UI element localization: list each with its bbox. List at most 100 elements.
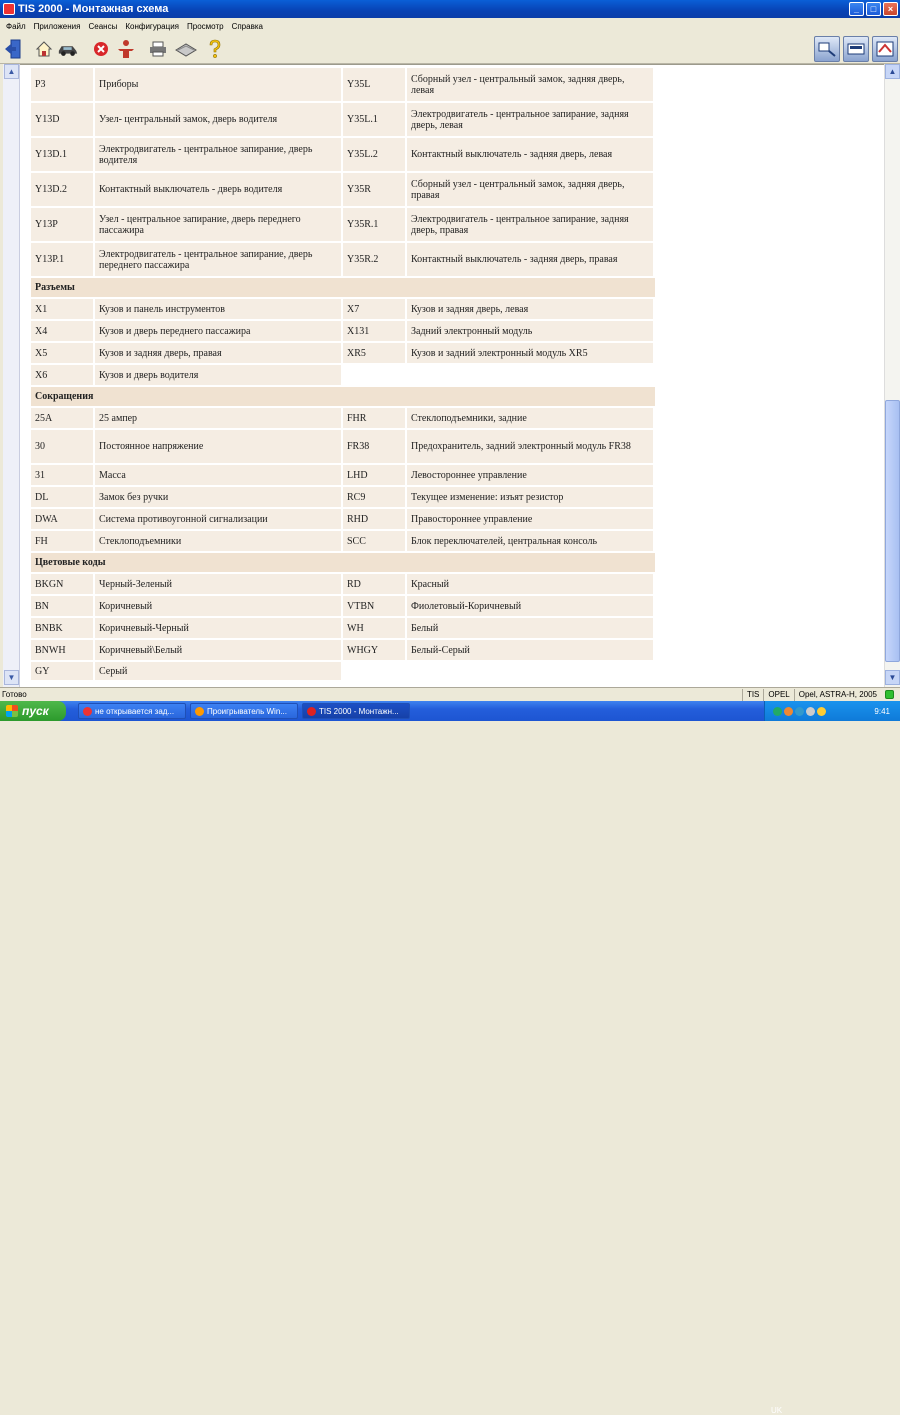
- update-icon[interactable]: [795, 706, 804, 716]
- status-text: Готово: [2, 690, 27, 699]
- status-bar: Готово TIS OPEL Opel, ASTRA-H, 2005: [0, 687, 900, 701]
- description-cell: Контактный выключатель - дверь водителя: [95, 173, 343, 208]
- code-cell: BN: [31, 596, 95, 618]
- print-icon[interactable]: [147, 38, 169, 60]
- code-cell: RC9: [343, 487, 407, 509]
- code-cell: Y13D.2: [31, 173, 95, 208]
- messenger-icon[interactable]: [817, 706, 826, 716]
- browser-icon: [83, 706, 92, 716]
- table-row: Y13P.1 Электродвигатель - центральное за…: [31, 243, 655, 278]
- code-cell: DL: [31, 487, 95, 509]
- code-cell: 25A: [31, 408, 95, 430]
- table-row: 25A 25 ампер FHR Стеклоподъемники, задни…: [31, 408, 655, 430]
- menu-view[interactable]: Просмотр: [183, 22, 228, 31]
- code-cell: DWA: [31, 509, 95, 531]
- empty-cell: [407, 662, 655, 682]
- table-row: DL Замок без ручки RC9 Текущее изменение…: [31, 487, 655, 509]
- table-row: BN Коричневый VTBN Фиолетовый-Коричневый: [31, 596, 655, 618]
- code-cell: Y35L.2: [343, 138, 407, 173]
- code-cell: Y35L.1: [343, 103, 407, 138]
- home-icon[interactable]: [33, 38, 55, 60]
- system-tray: 9:41: [764, 701, 900, 721]
- taskbar-item[interactable]: Проигрыватель Win...: [190, 703, 298, 719]
- left-scrollbar[interactable]: ▲ ▼: [3, 64, 20, 687]
- taskbar-item-label: не открывается зад...: [95, 706, 175, 716]
- taskbar-item[interactable]: не открывается зад...: [78, 703, 186, 719]
- status-pane-vehicle: Opel, ASTRA-H, 2005: [793, 688, 881, 701]
- table-row: Y13D Узел- центральный замок, дверь води…: [31, 103, 655, 138]
- volume-icon[interactable]: [806, 706, 815, 716]
- table-row: Y13P Узел - центральное запирание, дверь…: [31, 208, 655, 243]
- tis-app-icon: [307, 706, 316, 716]
- description-cell: Электродвигатель - центральное запирание…: [407, 208, 655, 243]
- diagnostics-icon[interactable]: [814, 36, 840, 62]
- code-cell: GY: [31, 662, 95, 682]
- section-header: Цветовые коды: [31, 553, 655, 574]
- code-cell: WHGY: [343, 640, 407, 662]
- legend-table: P3 Приборы Y35L Сборный узел - центральн…: [31, 68, 655, 682]
- code-cell: 30: [31, 430, 95, 465]
- person-icon[interactable]: [115, 38, 137, 60]
- description-cell: Черный-Зеленый: [95, 574, 343, 596]
- menu-sessions[interactable]: Сеансы: [84, 22, 121, 31]
- description-cell: Узел - центральное запирание, дверь пере…: [95, 208, 343, 243]
- menu-file[interactable]: Файл: [2, 22, 30, 31]
- book-icon[interactable]: [175, 38, 197, 60]
- code-cell: FH: [31, 531, 95, 553]
- description-cell: Кузов и задняя дверь, правая: [95, 343, 343, 365]
- code-cell: LHD: [343, 465, 407, 487]
- connection-status-icon: [885, 690, 894, 699]
- description-cell: Белый: [407, 618, 655, 640]
- tech-icon[interactable]: [843, 36, 869, 62]
- menu-applications[interactable]: Приложения: [30, 22, 85, 31]
- close-button[interactable]: ×: [883, 2, 898, 16]
- description-cell: Приборы: [95, 68, 343, 103]
- section-header: Сокращения: [31, 387, 655, 408]
- table-row: DWA Система противоугонной сигнализации …: [31, 509, 655, 531]
- table-row: Y13D.1 Электродвигатель - центральное за…: [31, 138, 655, 173]
- settings-panel-icon[interactable]: [872, 36, 898, 62]
- toolbar: [0, 34, 900, 64]
- code-cell: SCC: [343, 531, 407, 553]
- description-cell: Коричневый\Белый: [95, 640, 343, 662]
- security-icon[interactable]: [784, 706, 793, 716]
- description-cell: Кузов и дверь водителя: [95, 365, 343, 387]
- scroll-thumb[interactable]: [885, 400, 900, 662]
- code-cell: X6: [31, 365, 95, 387]
- exit-icon[interactable]: [2, 38, 24, 60]
- media-player-icon: [195, 706, 204, 716]
- scroll-up-icon[interactable]: ▲: [4, 64, 19, 79]
- network-icon[interactable]: [773, 706, 782, 716]
- scroll-up-icon[interactable]: ▲: [885, 64, 900, 79]
- table-row: X5 Кузов и задняя дверь, правая XR5 Кузо…: [31, 343, 655, 365]
- help-icon[interactable]: [204, 38, 226, 60]
- language-indicator[interactable]: UK: [771, 1406, 782, 1415]
- description-cell: Электродвигатель - центральное запирание…: [95, 243, 343, 278]
- table-row: BNBK Коричневый-Черный WH Белый: [31, 618, 655, 640]
- description-cell: Фиолетовый-Коричневый: [407, 596, 655, 618]
- description-cell: Кузов и дверь переднего пассажира: [95, 321, 343, 343]
- description-cell: Левостороннее управление: [407, 465, 655, 487]
- code-cell: RD: [343, 574, 407, 596]
- description-cell: Сборный узел - центральный замок, задняя…: [407, 68, 655, 103]
- stop-icon[interactable]: [90, 38, 112, 60]
- scroll-down-icon[interactable]: ▼: [885, 670, 900, 685]
- minimize-button[interactable]: _: [849, 2, 864, 16]
- taskbar-item-active[interactable]: TIS 2000 - Монтажн...: [302, 703, 410, 719]
- code-cell: 31: [31, 465, 95, 487]
- maximize-button[interactable]: □: [866, 2, 881, 16]
- description-cell: Кузов и задняя дверь, левая: [407, 299, 655, 321]
- description-cell: Сборный узел - центральный замок, задняя…: [407, 173, 655, 208]
- start-button[interactable]: пуск: [0, 701, 66, 721]
- description-cell: Коричневый: [95, 596, 343, 618]
- start-label: пуск: [22, 704, 49, 718]
- description-cell: Замок без ручки: [95, 487, 343, 509]
- menu-configuration[interactable]: Конфигурация: [121, 22, 183, 31]
- car-icon[interactable]: [57, 38, 79, 60]
- right-scrollbar[interactable]: ▲ ▼: [884, 64, 900, 687]
- code-cell: X7: [343, 299, 407, 321]
- scroll-down-icon[interactable]: ▼: [4, 670, 19, 685]
- menu-help[interactable]: Справка: [228, 22, 267, 31]
- status-pane-tis: TIS: [741, 688, 763, 701]
- table-row: 30 Постоянное напряжение FR38 Предохрани…: [31, 430, 655, 465]
